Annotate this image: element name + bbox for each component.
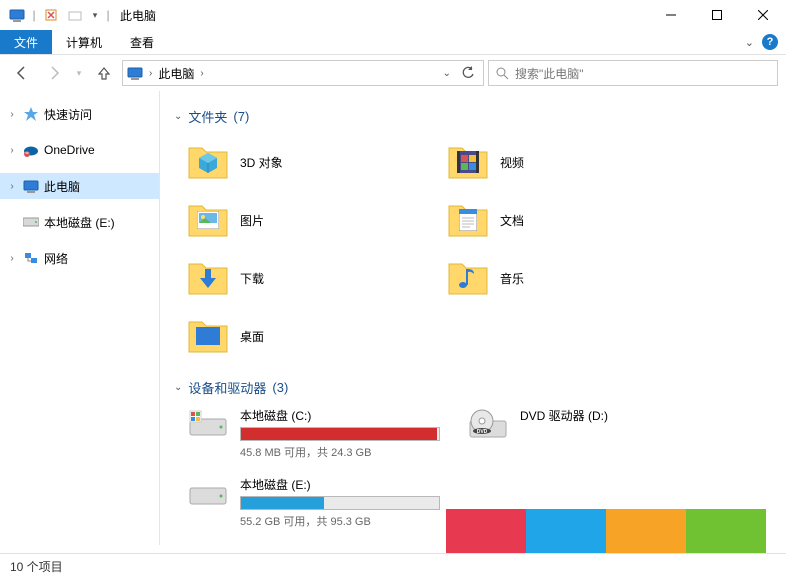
folder-videos[interactable]: 视频 (446, 136, 706, 188)
search-box[interactable]: 搜索"此电脑" (488, 60, 778, 86)
group-header-folders[interactable]: ⌄ 文件夹 (7) (174, 107, 772, 126)
desktop-icon (196, 324, 220, 348)
back-button[interactable] (8, 59, 36, 87)
up-button[interactable] (90, 59, 118, 87)
network-icon (22, 249, 40, 267)
recent-dropdown[interactable]: ▾ (72, 59, 86, 87)
tree-quick-access[interactable]: › 快速访问 (0, 101, 159, 127)
tree-this-pc[interactable]: › 此电脑 (0, 173, 159, 199)
drive-e[interactable]: 本地磁盘 (E:) 55.2 GB 可用，共 95.3 GB (186, 476, 466, 529)
window-title: 此电脑 (120, 7, 156, 24)
folder-documents[interactable]: 文档 (446, 194, 706, 246)
svg-text:DVD: DVD (477, 429, 488, 435)
folder-desktop[interactable]: 桌面 (186, 310, 446, 362)
minimize-button[interactable] (648, 0, 694, 30)
tree-network[interactable]: › 网络 (0, 245, 159, 271)
ribbon-tabs: 文件 计算机 查看 ⌄ ? (0, 30, 786, 55)
expand-icon[interactable]: › (6, 145, 18, 156)
picture-icon (196, 208, 220, 232)
help-button[interactable]: ? (762, 34, 778, 50)
document-icon (456, 208, 480, 232)
drive-icon (186, 476, 230, 512)
this-pc-icon (22, 177, 40, 195)
status-bar: 10 个项目 (0, 553, 786, 579)
music-note-icon (456, 266, 480, 290)
tab-view[interactable]: 查看 (116, 30, 168, 54)
breadcrumb[interactable]: 此电脑 (158, 65, 194, 82)
navigation-bar: ▾ › 此电脑 › ⌄ 搜索"此电脑" (0, 55, 786, 91)
drive-usage-bar (240, 427, 440, 441)
qat-divider: | (104, 4, 112, 26)
tree-onedrive[interactable]: › OneDrive (0, 137, 159, 163)
folder-music[interactable]: 音乐 (446, 252, 706, 304)
refresh-icon[interactable] (461, 66, 475, 80)
titlebar: | ▾ | 此电脑 (0, 0, 786, 30)
address-dropdown-icon[interactable]: ⌄ (443, 68, 451, 79)
content-pane: ⌄ 文件夹 (7) 3D 对象 视频 图片 文档 下载 (160, 91, 786, 545)
drive-c[interactable]: 本地磁盘 (C:) 45.8 MB 可用，共 24.3 GB (186, 407, 466, 460)
qat-dropdown[interactable]: ▾ (88, 4, 102, 26)
drive-icon (22, 213, 40, 231)
breadcrumb-chevron[interactable]: › (149, 68, 152, 79)
search-placeholder: 搜索"此电脑" (515, 65, 584, 82)
item-count: 10 个项目 (10, 558, 63, 575)
close-button[interactable] (740, 0, 786, 30)
download-arrow-icon (196, 266, 220, 290)
collapse-icon[interactable]: ⌄ (174, 382, 182, 393)
expand-icon[interactable]: › (6, 109, 18, 120)
qat-divider: | (30, 4, 38, 26)
film-icon (456, 150, 480, 174)
drive-usage-bar (240, 496, 440, 510)
drive-dvd[interactable]: DVD DVD 驱动器 (D:) (466, 407, 746, 460)
ribbon-expand-icon[interactable]: ⌄ (745, 36, 754, 49)
folder-downloads[interactable]: 下载 (186, 252, 446, 304)
forward-button[interactable] (40, 59, 68, 87)
address-bar[interactable]: › 此电脑 › ⌄ (122, 60, 484, 86)
breadcrumb-chevron[interactable]: › (200, 68, 203, 79)
group-header-devices[interactable]: ⌄ 设备和驱动器 (3) (174, 378, 772, 397)
search-icon (495, 66, 509, 80)
expand-icon[interactable]: › (6, 253, 18, 264)
folder-pictures[interactable]: 图片 (186, 194, 446, 246)
onedrive-icon (22, 141, 40, 159)
maximize-button[interactable] (694, 0, 740, 30)
qat-properties[interactable] (40, 4, 62, 26)
collapse-icon[interactable]: ⌄ (174, 111, 182, 122)
cube-icon (196, 150, 220, 174)
folder-3d-objects[interactable]: 3D 对象 (186, 136, 446, 188)
tab-file[interactable]: 文件 (0, 30, 52, 54)
dvd-drive-icon: DVD (466, 407, 510, 443)
tree-local-disk-e[interactable]: › 本地磁盘 (E:) (0, 209, 159, 235)
system-icon[interactable] (6, 4, 28, 26)
decorative-strip (446, 509, 766, 553)
navigation-pane: › 快速访问 › OneDrive › 此电脑 › 本地磁盘 (E:) › 网络 (0, 91, 160, 545)
tab-computer[interactable]: 计算机 (52, 30, 116, 54)
qat-new-folder[interactable] (64, 4, 86, 26)
drive-icon (186, 407, 230, 443)
this-pc-icon (127, 65, 143, 81)
expand-icon[interactable]: › (6, 181, 18, 192)
star-icon (22, 105, 40, 123)
